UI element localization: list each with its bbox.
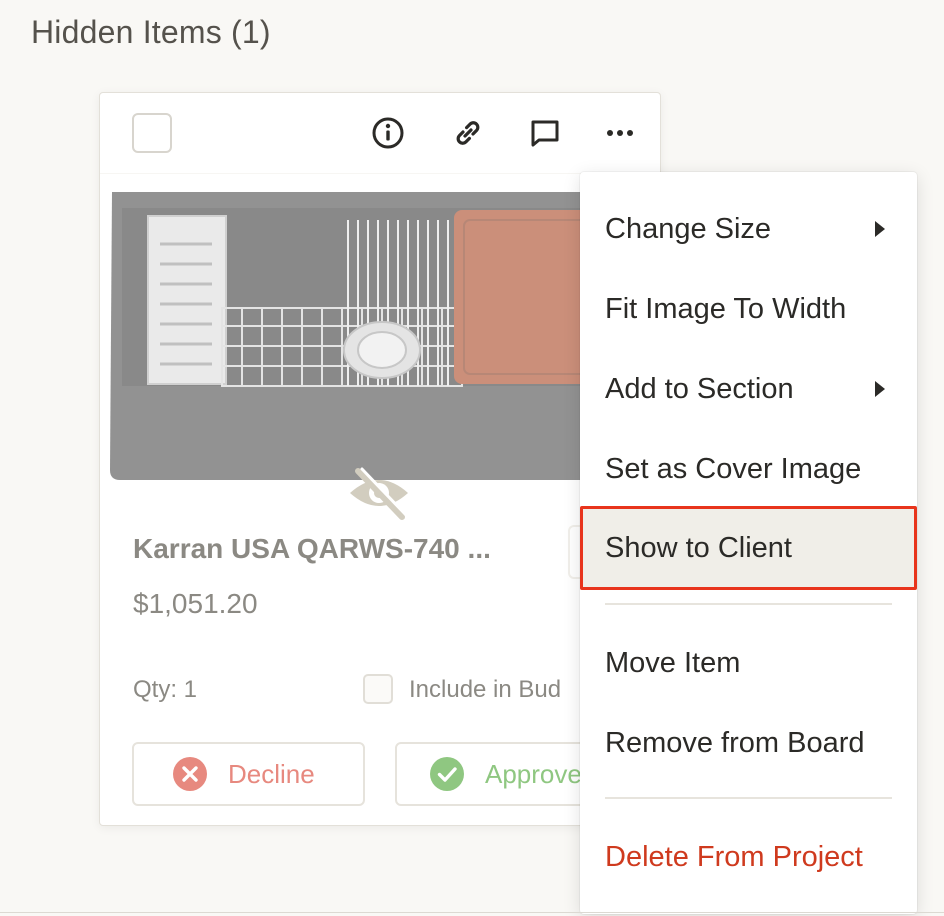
menu-item-label: Show to Client xyxy=(605,531,792,564)
bottom-divider xyxy=(0,912,944,913)
menu-item-move-item[interactable]: Move Item xyxy=(580,623,917,703)
product-name[interactable]: Karran USA QARWS-740 ... xyxy=(133,533,491,565)
approve-label: Approve xyxy=(485,758,582,789)
menu-item-label: Delete From Project xyxy=(605,840,863,873)
info-icon[interactable] xyxy=(368,113,408,153)
include-in-budget-checkbox[interactable] xyxy=(363,674,393,704)
page: Hidden Items (1) Karran USA QARWS-740 ..… xyxy=(0,0,944,916)
more-icon[interactable] xyxy=(600,113,640,153)
decline-label: Decline xyxy=(228,758,315,789)
product-price: $1,051.20 xyxy=(133,588,258,619)
card-toolbar xyxy=(100,93,660,173)
menu-item-label: Change Size xyxy=(605,212,772,245)
menu-item-show-to-client[interactable]: Show to Client xyxy=(580,506,917,590)
approve-check-icon xyxy=(429,756,465,792)
menu-item-remove-from-board[interactable]: Remove from Board xyxy=(580,703,917,783)
menu-item-label: Fit Image To Width xyxy=(605,292,847,325)
submenu-arrow-icon xyxy=(875,221,885,237)
menu-item-add-to-section[interactable]: Add to Section xyxy=(580,349,917,429)
submenu-arrow-icon xyxy=(875,381,885,397)
menu-item-label: Move Item xyxy=(605,646,741,679)
menu-divider xyxy=(605,603,892,605)
section-title: Hidden Items (1) xyxy=(31,14,271,50)
comment-icon[interactable] xyxy=(525,113,565,153)
decline-x-icon xyxy=(172,756,208,792)
link-icon[interactable] xyxy=(448,113,488,153)
menu-item-label: Remove from Board xyxy=(605,726,865,759)
menu-item-fit-image-to-width[interactable]: Fit Image To Width xyxy=(580,269,917,349)
menu-item-set-as-cover-image[interactable]: Set as Cover Image xyxy=(580,429,917,509)
product-card[interactable]: Karran USA QARWS-740 ... $1,051.20 Qty: … xyxy=(99,92,661,826)
include-in-budget-label: Include in Bud xyxy=(409,676,562,703)
hidden-eye-icon xyxy=(344,463,414,523)
decline-button[interactable]: Decline xyxy=(132,742,365,806)
select-checkbox[interactable] xyxy=(132,113,172,153)
context-menu: Change Size Fit Image To Width Add to Se… xyxy=(580,172,917,914)
menu-item-change-size[interactable]: Change Size xyxy=(580,189,917,269)
quantity-label: Qty: 1 xyxy=(133,676,198,703)
menu-item-delete-from-project[interactable]: Delete From Project xyxy=(580,817,917,897)
menu-item-label: Set as Cover Image xyxy=(605,452,862,485)
menu-item-label: Add to Section xyxy=(605,372,794,405)
menu-divider xyxy=(605,797,892,799)
